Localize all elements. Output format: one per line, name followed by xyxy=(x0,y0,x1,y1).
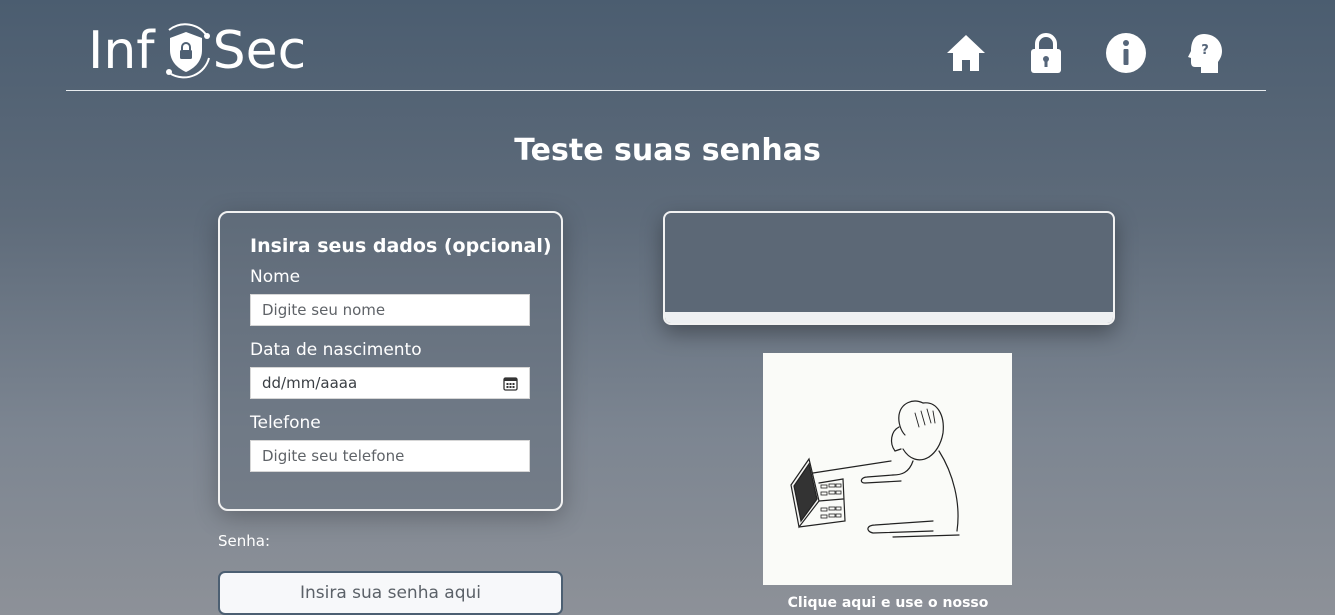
password-placeholder: Insira sua senha aqui xyxy=(299,583,482,603)
password-input[interactable]: Insira sua senha aqui xyxy=(218,571,563,615)
nav-help-button[interactable]: ? xyxy=(1166,30,1246,76)
comic-illustration[interactable] xyxy=(763,353,1012,585)
header: Inf Sec ? xyxy=(66,0,1266,91)
birthdate-label: Data de nascimento xyxy=(250,340,422,360)
password-result-box xyxy=(663,211,1115,325)
logo-text-end: Sec xyxy=(212,21,307,81)
calendar-icon[interactable] xyxy=(503,376,518,391)
info-icon xyxy=(1106,33,1146,73)
page-title: Teste suas senhas xyxy=(514,133,821,168)
infosec-logo[interactable]: Inf Sec xyxy=(88,18,306,84)
home-icon xyxy=(947,35,985,71)
name-label: Nome xyxy=(250,267,301,287)
name-input[interactable]: Digite seu nome xyxy=(250,294,530,326)
phone-label: Telefone xyxy=(250,413,321,433)
shield-lock-icon xyxy=(157,22,215,80)
logo-text-start: Inf xyxy=(88,21,155,81)
user-data-form: Insira seus dados (opcional) Nome Digite… xyxy=(218,211,563,511)
nav-info-button[interactable] xyxy=(1086,30,1166,76)
phone-placeholder: Digite seu telefone xyxy=(262,447,405,465)
password-label: Senha: xyxy=(218,532,271,550)
birthdate-input[interactable]: dd/mm/aaaa xyxy=(250,367,530,399)
nav-home-button[interactable] xyxy=(926,30,1006,76)
comic-caption: Clique aqui e use o nosso xyxy=(787,595,989,611)
top-nav: ? xyxy=(926,30,1246,76)
lock-icon xyxy=(1031,33,1061,73)
form-heading: Insira seus dados (opcional) xyxy=(250,235,552,257)
svg-text:?: ? xyxy=(1201,43,1209,58)
phone-input[interactable]: Digite seu telefone xyxy=(250,440,530,472)
birthdate-value: dd/mm/aaaa xyxy=(262,374,358,392)
name-placeholder: Digite seu nome xyxy=(262,301,386,319)
strength-bar xyxy=(665,312,1113,323)
nav-lock-button[interactable] xyxy=(1006,30,1086,76)
head-question-icon: ? xyxy=(1188,34,1222,73)
